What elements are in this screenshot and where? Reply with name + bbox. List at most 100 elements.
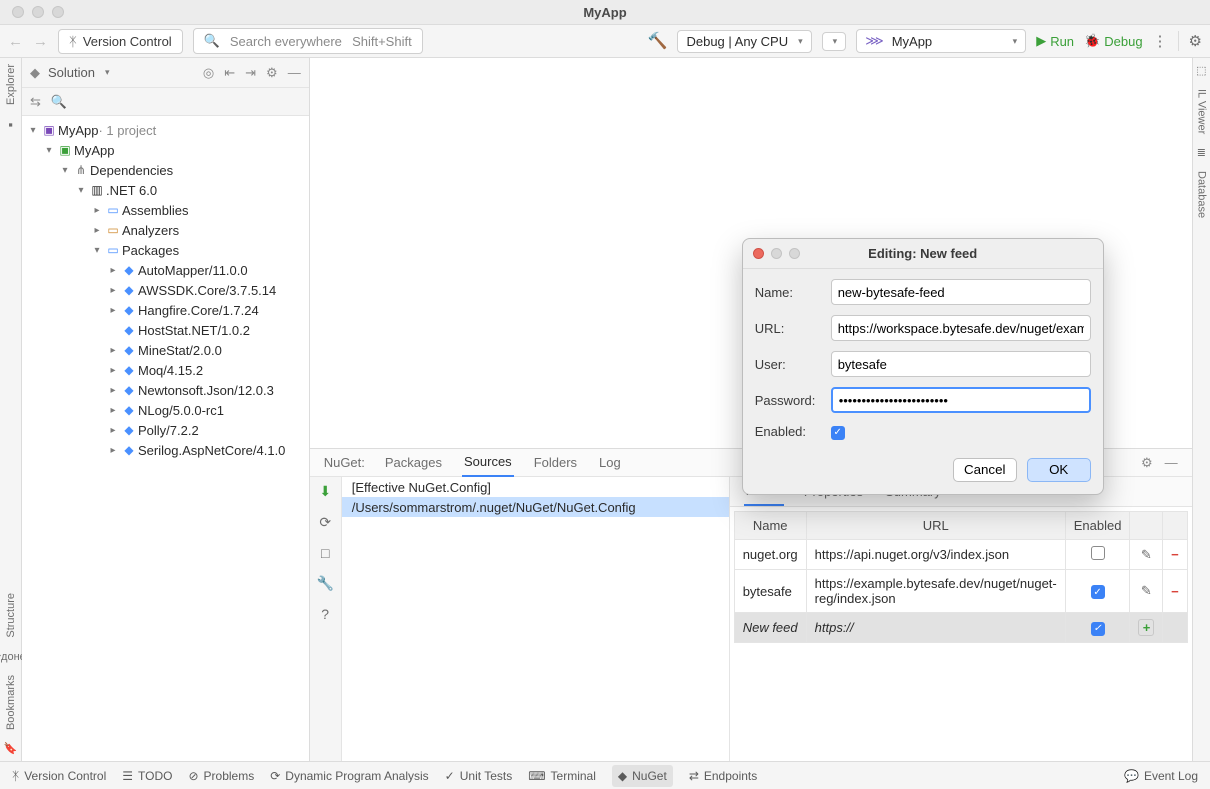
filter-icon[interactable]: ⇆	[30, 94, 41, 110]
run-config-selector[interactable]: Debug | Any CPU ▾	[677, 30, 811, 53]
attach-button[interactable]: ▾	[822, 32, 847, 51]
bottom-item-nuget[interactable]: ◆NuGet	[612, 765, 673, 787]
tab-packages[interactable]: Packages	[383, 449, 444, 476]
gutter-database[interactable]: Database	[1195, 171, 1207, 218]
bottom-item-endpoints[interactable]: ⇄Endpoints	[689, 769, 757, 783]
version-control-button[interactable]: ᛡ Version Control	[58, 29, 183, 54]
enabled-checkbox[interactable]: ✓	[1091, 585, 1105, 599]
tree-row[interactable]: ▸▭Analyzers	[22, 220, 309, 240]
tree-row[interactable]: ▸◆HostStat.NET/1.0.2	[22, 320, 309, 340]
hide-icon[interactable]: —	[1165, 455, 1178, 471]
debug-button[interactable]: 🐞 Debug	[1084, 33, 1143, 49]
chevron-right-icon[interactable]: ▸	[106, 265, 120, 276]
enabled-checkbox[interactable]: ✓	[831, 426, 845, 440]
chevron-down-icon[interactable]: ▾	[105, 67, 110, 78]
tree-row[interactable]: ▸◆AutoMapper/11.0.0	[22, 260, 309, 280]
chevron-down-icon[interactable]: ▾	[42, 145, 56, 156]
search-icon[interactable]: 🔍	[51, 94, 67, 110]
chevron-down-icon[interactable]: ▾	[26, 125, 40, 136]
download-icon[interactable]: ⬇	[319, 483, 331, 500]
tree-row[interactable]: ▸◆Moq/4.15.2	[22, 360, 309, 380]
ok-button[interactable]: OK	[1027, 458, 1091, 482]
settings-icon[interactable]: ⚙	[1189, 32, 1202, 50]
collapse-icon[interactable]: ⇤	[224, 65, 235, 81]
wrench-icon[interactable]: 🔧	[316, 575, 333, 592]
bottom-item-dynamic-program-analysis[interactable]: ⟳Dynamic Program Analysis	[270, 769, 428, 783]
bottom-item-unit-tests[interactable]: ✓Unit Tests	[445, 769, 513, 783]
edit-icon[interactable]: ✎	[1141, 547, 1152, 562]
tab-folders[interactable]: Folders	[532, 449, 579, 476]
chevron-right-icon[interactable]: ▸	[106, 345, 120, 356]
tree-row[interactable]: ▾▣MyApp · 1 project	[22, 120, 309, 140]
add-icon[interactable]: +	[1138, 619, 1154, 636]
chevron-down-icon[interactable]: ▾	[90, 245, 104, 256]
project-selector[interactable]: ⋙ MyApp ▾	[856, 29, 1026, 53]
source-row[interactable]: /Users/sommarstrom/.nuget/NuGet/NuGet.Co…	[342, 497, 729, 517]
bottom-item-problems[interactable]: ⊘Problems	[188, 769, 254, 783]
edit-icon[interactable]: ✎	[1141, 583, 1152, 598]
cancel-button[interactable]: Cancel	[953, 458, 1017, 482]
tree-row[interactable]: ▸◆Newtonsoft.Json/12.0.3	[22, 380, 309, 400]
more-icon[interactable]: ⋮	[1153, 32, 1168, 50]
expand-icon[interactable]: ⇥	[245, 65, 256, 81]
bottom-item-version-control[interactable]: ᛡVersion Control	[12, 769, 106, 783]
enabled-checkbox[interactable]: ✓	[1091, 622, 1105, 636]
source-row[interactable]: [Effective NuGet.Config]	[342, 477, 729, 497]
tree-row[interactable]: ▾▭Packages	[22, 240, 309, 260]
nav-back-icon[interactable]: ←	[8, 33, 23, 50]
search-everywhere[interactable]: 🔍 Search everywhere Shift+Shift	[193, 28, 423, 54]
chevron-down-icon[interactable]: ▾	[74, 185, 88, 196]
remove-icon[interactable]: −	[1171, 584, 1179, 599]
tree-row[interactable]: ▸◆Hangfire.Core/1.7.24	[22, 300, 309, 320]
folder-icon[interactable]: ▪	[8, 117, 13, 132]
tree-row[interactable]: ▸▭Assemblies	[22, 200, 309, 220]
name-field[interactable]	[831, 279, 1091, 305]
enabled-checkbox[interactable]	[1091, 546, 1105, 560]
chevron-right-icon[interactable]: ▸	[106, 405, 120, 416]
gutter-structure[interactable]: Structure	[5, 593, 17, 638]
tree-row[interactable]: ▸◆AWSSDK.Core/3.7.5.14	[22, 280, 309, 300]
chevron-right-icon[interactable]: ▸	[106, 365, 120, 376]
refresh-icon[interactable]: ⟳	[319, 514, 331, 531]
tab-sources[interactable]: Sources	[462, 448, 514, 477]
feed-row[interactable]: New feedhttps://✓+	[734, 613, 1187, 643]
tab-log[interactable]: Log	[597, 449, 623, 476]
gear-icon[interactable]: ⚙	[1141, 455, 1153, 471]
book-icon[interactable]: □	[321, 545, 329, 561]
nav-forward-icon[interactable]: →	[33, 33, 48, 50]
nuget-sources-list[interactable]: [Effective NuGet.Config]/Users/sommarstr…	[342, 477, 730, 761]
help-icon[interactable]: ?	[321, 606, 329, 622]
chevron-down-icon[interactable]: ▾	[58, 165, 72, 176]
tree-row[interactable]: ▸◆MineStat/2.0.0	[22, 340, 309, 360]
solution-tree[interactable]: ▾▣MyApp · 1 project▾▣MyApp▾⋔Dependencies…	[22, 116, 309, 761]
feed-row[interactable]: bytesafehttps://example.bytesafe.dev/nug…	[734, 570, 1187, 613]
tree-row[interactable]: ▾▥.NET 6.0	[22, 180, 309, 200]
hide-icon[interactable]: —	[288, 65, 301, 81]
tree-row[interactable]: ▸◆Polly/7.2.2	[22, 420, 309, 440]
password-field[interactable]	[831, 387, 1091, 413]
tree-row[interactable]: ▸◆NLog/5.0.0-rc1	[22, 400, 309, 420]
chevron-right-icon[interactable]: ▸	[106, 445, 120, 456]
gear-icon[interactable]: ⚙	[266, 65, 278, 81]
chevron-right-icon[interactable]: ▸	[106, 305, 120, 316]
tree-row[interactable]: ▾⋔Dependencies	[22, 160, 309, 180]
bottom-item-terminal[interactable]: ⌨Terminal	[528, 769, 596, 783]
tree-row[interactable]: ▾▣MyApp	[22, 140, 309, 160]
remove-icon[interactable]: −	[1171, 547, 1179, 562]
gutter-explorer[interactable]: Explorer	[5, 64, 17, 105]
chevron-right-icon[interactable]: ▸	[106, 285, 120, 296]
chevron-right-icon[interactable]: ▸	[90, 225, 104, 236]
tree-row[interactable]: ▸◆Serilog.AspNetCore/4.1.0	[22, 440, 309, 460]
bottom-item-todo[interactable]: ☰TODO	[122, 769, 172, 783]
url-field[interactable]	[831, 315, 1091, 341]
feed-row[interactable]: nuget.orghttps://api.nuget.org/v3/index.…	[734, 540, 1187, 570]
event-log[interactable]: 💬 Event Log	[1124, 769, 1198, 783]
target-icon[interactable]: ◎	[203, 65, 214, 81]
build-icon[interactable]: 🔨	[648, 31, 668, 51]
gutter-il-viewer[interactable]: IL Viewer	[1195, 89, 1207, 134]
chevron-right-icon[interactable]: ▸	[106, 385, 120, 396]
chevron-right-icon[interactable]: ▸	[106, 425, 120, 436]
gutter-bookmarks[interactable]: Bookmarks	[5, 675, 17, 730]
user-field[interactable]	[831, 351, 1091, 377]
run-button[interactable]: ▶ Run	[1036, 33, 1074, 49]
